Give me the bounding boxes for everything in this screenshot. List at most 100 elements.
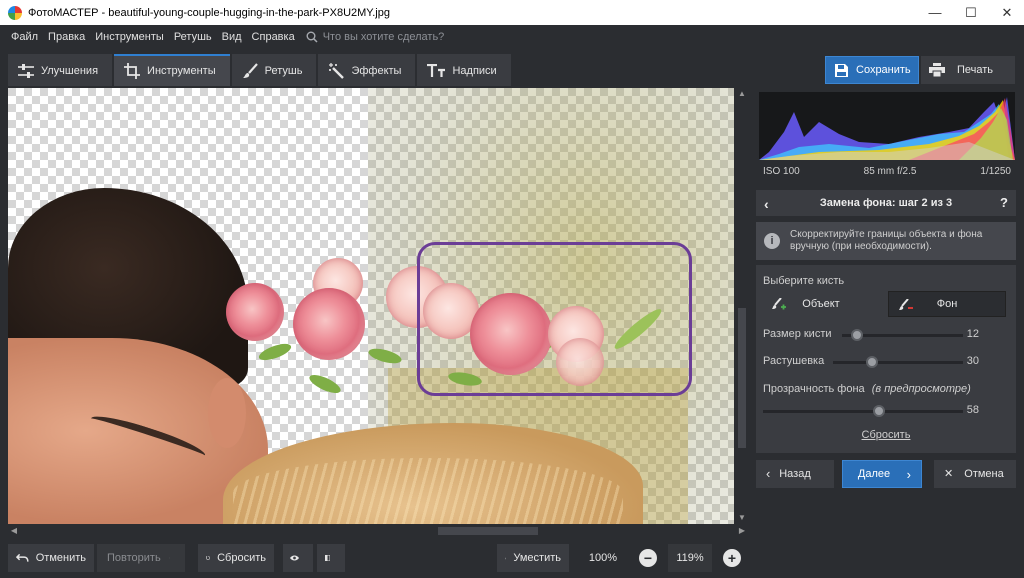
search-icon <box>306 31 318 43</box>
eye-icon <box>290 555 299 561</box>
compare-button[interactable] <box>317 544 345 572</box>
exif-iso: ISO 100 <box>763 165 800 177</box>
slider-label: Прозрачность фона <box>763 383 865 395</box>
zoom-out-icon[interactable]: − <box>639 549 657 567</box>
photo-canvas[interactable] <box>8 88 734 524</box>
exif-info: ISO 100 85 mm f/2.5 1/1250 <box>759 162 1015 180</box>
slider-value: 30 <box>966 355 979 367</box>
window-controls: — ☐ ✕ <box>916 0 1024 25</box>
scroll-up-icon[interactable]: ▲ <box>736 88 748 100</box>
next-button-label: Далее <box>857 468 891 480</box>
menu-tools[interactable]: Инструменты <box>90 31 169 43</box>
brush-icon <box>242 63 258 78</box>
exif-lens: 85 mm f/2.5 <box>863 165 917 177</box>
tab-effects[interactable]: Эффекты <box>318 54 416 86</box>
wreath-leaf <box>256 340 294 364</box>
reset-link[interactable]: Сбросить <box>756 429 1016 441</box>
redo-button-label: Повторить <box>107 552 161 564</box>
crop-icon <box>124 63 141 79</box>
tab-label: Эффекты <box>351 65 402 77</box>
zoom-100-button[interactable]: 100% <box>580 544 626 572</box>
slider-label: Размер кисти <box>763 328 832 340</box>
scroll-right-icon[interactable]: ▶ <box>736 525 748 537</box>
next-button[interactable]: Далее › <box>842 460 922 488</box>
slider-value: 58 <box>966 404 979 416</box>
menu-search[interactable]: Что вы хотите сделать? <box>306 31 445 43</box>
undo-icon <box>16 553 29 562</box>
wreath-leaf <box>307 371 343 397</box>
zoom-in-icon[interactable]: + <box>723 549 741 567</box>
scroll-down-icon[interactable]: ▼ <box>736 512 748 524</box>
redo-button[interactable]: Повторить <box>97 544 185 572</box>
undo-button[interactable]: Отменить <box>8 544 94 572</box>
cancel-button[interactable]: ✕ Отмена <box>934 460 1016 488</box>
brush-object-button[interactable]: Объект <box>762 291 880 317</box>
menu-edit[interactable]: Правка <box>43 31 90 43</box>
print-button-label: Печать <box>957 64 994 76</box>
man-ear <box>208 378 246 448</box>
reset-icon <box>206 555 210 560</box>
vertical-scrollbar[interactable]: ▲ ▼ <box>736 88 748 524</box>
brush-panel: Выберите кисть Объект Фон Размер кисти 1… <box>756 265 1016 453</box>
floppy-disk-icon <box>835 63 848 77</box>
menu-file[interactable]: Файл <box>6 31 43 43</box>
maximize-button[interactable]: ☐ <box>954 0 988 25</box>
tab-text[interactable]: Надписи <box>417 54 511 86</box>
slider-knob[interactable] <box>866 356 878 368</box>
magic-wand-icon <box>329 63 345 79</box>
slider-track[interactable] <box>763 410 963 413</box>
close-icon: ✕ <box>944 468 954 480</box>
slider-track[interactable] <box>833 361 963 364</box>
selection-outline <box>417 242 692 396</box>
chevron-right-icon: › <box>906 467 911 482</box>
histogram-graph <box>759 97 1015 160</box>
scroll-thumb[interactable] <box>438 527 538 535</box>
brush-plus-icon <box>772 298 786 310</box>
slider-knob[interactable] <box>873 405 885 417</box>
opacity-label: Прозрачность фона (в предпросмотре) <box>763 383 971 395</box>
brush-size-slider[interactable]: Размер кисти 12 <box>763 327 1009 343</box>
slider-value: 12 <box>966 328 979 340</box>
save-button-label: Сохранить <box>856 64 911 76</box>
info-icon: i <box>764 233 780 249</box>
tab-tools[interactable]: Инструменты <box>114 54 230 86</box>
woman-hair-strands <box>233 458 623 524</box>
cancel-button-label: Отмена <box>964 468 1004 480</box>
preview-button[interactable] <box>283 544 313 572</box>
tab-retouch[interactable]: Ретушь <box>231 54 317 86</box>
menu-search-placeholder: Что вы хотите сделать? <box>322 31 445 43</box>
minimize-button[interactable]: — <box>918 0 952 25</box>
brush-background-button[interactable]: Фон <box>888 291 1006 317</box>
fit-button[interactable]: Уместить <box>497 544 569 572</box>
reset-button[interactable]: Сбросить <box>198 544 274 572</box>
menu-retouch[interactable]: Ретушь <box>169 31 217 43</box>
app-logo-icon <box>8 5 22 20</box>
bg-opacity-slider[interactable]: 58 <box>763 403 1009 419</box>
redo-icon <box>168 557 170 559</box>
back-button-label: Назад <box>779 468 811 480</box>
print-button[interactable]: Печать <box>921 56 1015 84</box>
back-chevron-icon[interactable]: ‹ <box>764 196 769 212</box>
sliders-icon <box>18 64 34 78</box>
tab-label: Надписи <box>452 65 497 77</box>
menu-view[interactable]: Вид <box>217 31 247 43</box>
help-icon[interactable]: ? <box>1000 195 1008 210</box>
wreath-rose <box>226 283 284 341</box>
close-button[interactable]: ✕ <box>990 0 1024 25</box>
horizontal-scrollbar[interactable]: ◀ ▶ <box>8 525 748 537</box>
hint-text: Скорректируйте границы объекта и фона вр… <box>790 229 983 252</box>
scroll-thumb[interactable] <box>738 308 746 448</box>
menu-help[interactable]: Справка <box>247 31 300 43</box>
back-button[interactable]: ‹ Назад <box>756 460 834 488</box>
bottom-toolbar: Отменить Повторить Сбросить Уместить 100… <box>0 540 750 578</box>
scroll-left-icon[interactable]: ◀ <box>8 525 20 537</box>
window-title: ФотоМАСТЕР - beautiful-young-couple-hugg… <box>28 6 390 19</box>
slider-label: Растушевка <box>763 355 825 367</box>
title-bar: ФотоМАСТЕР - beautiful-young-couple-hugg… <box>0 0 1024 25</box>
save-button[interactable]: Сохранить <box>825 56 919 84</box>
slider-knob[interactable] <box>850 329 863 341</box>
brush-minus-icon <box>899 299 913 310</box>
feather-slider[interactable]: Растушевка 30 <box>763 354 1009 370</box>
exif-shutter: 1/1250 <box>980 165 1011 177</box>
tab-enhancements[interactable]: Улучшения <box>8 54 113 86</box>
